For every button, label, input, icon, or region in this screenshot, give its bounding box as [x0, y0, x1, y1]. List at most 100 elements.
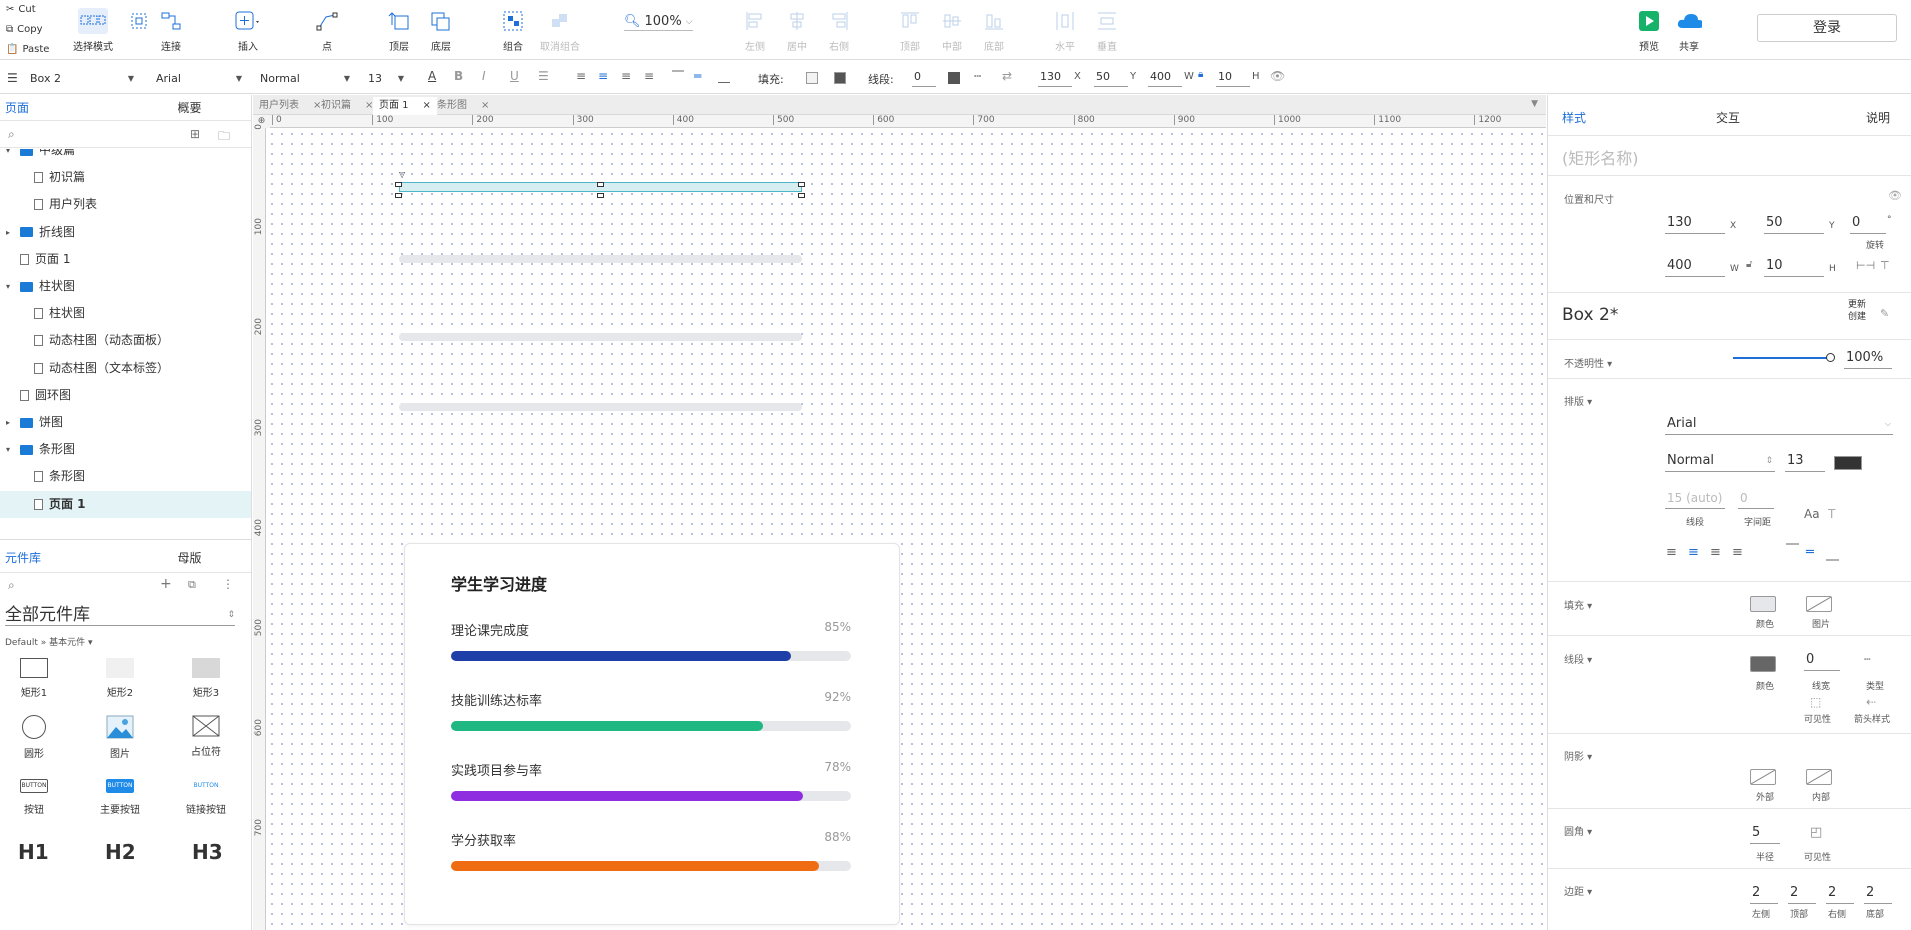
search-icon[interactable]: ⌕	[8, 578, 15, 593]
send-bottom-button[interactable]: 底层	[428, 8, 454, 53]
caret-down-icon[interactable]: ▾	[6, 273, 14, 300]
library-breadcrumb[interactable]: Default » 基本元件 ▾	[5, 635, 93, 648]
italic-icon[interactable]: I	[482, 69, 486, 83]
page-item[interactable]: 柱状图	[34, 300, 85, 327]
stroke-color-swatch[interactable]	[1750, 656, 1776, 672]
font-weight-select[interactable]: Normal ▼	[256, 68, 354, 88]
text-justify-icon[interactable]: ≡	[1732, 545, 1743, 560]
padding-bottom-field[interactable]: 2	[1864, 882, 1892, 904]
insert-button[interactable]: 插入	[235, 8, 261, 53]
lock-icon[interactable]: 🔒︎	[1198, 69, 1203, 80]
underline-icon[interactable]: U	[510, 69, 519, 83]
lib-rect2[interactable]: 矩形2	[100, 658, 140, 699]
page-folder[interactable]: ▾ 条形图	[6, 436, 75, 463]
style-name[interactable]: Box 2*	[1562, 305, 1618, 325]
valign-middle-icon[interactable]: ═	[1806, 545, 1814, 560]
placeholder-bar[interactable]	[399, 255, 802, 263]
padding-right-field[interactable]: 2	[1826, 882, 1854, 904]
font-color-icon[interactable]: A	[428, 69, 436, 83]
font-family-select[interactable]: Arial ▼	[152, 68, 246, 88]
text-align-center-icon[interactable]: ≡	[598, 69, 608, 83]
group-button[interactable]: 组合	[500, 8, 526, 53]
font-size-field[interactable]: 13	[1785, 450, 1825, 472]
copy-button[interactable]: ⧉ Copy	[0, 20, 62, 40]
text-justify-icon[interactable]: ≡	[644, 69, 654, 83]
align-bottom-button[interactable]: 底部	[981, 8, 1007, 53]
height-field[interactable]: 10	[1216, 67, 1250, 87]
select-mode-button[interactable]: 选择模式	[73, 8, 113, 53]
page-item[interactable]: 动态柱图（文本标签）	[34, 355, 169, 382]
lib-rect3[interactable]: 矩形3	[186, 658, 226, 699]
copy-library-icon[interactable]: ⧉	[188, 578, 196, 592]
line-width-field[interactable]: 0	[912, 67, 936, 87]
opacity-slider-thumb[interactable]	[1826, 353, 1835, 362]
pos-x-field[interactable]: 130	[1665, 212, 1725, 234]
add-folder-icon[interactable]: 🗀	[218, 127, 230, 148]
search-icon[interactable]: ⌕	[8, 127, 15, 142]
rotation-field[interactable]: 0	[1850, 212, 1886, 234]
letter-spacing-field[interactable]: 0	[1738, 487, 1774, 509]
resize-handle-left[interactable]	[395, 182, 402, 198]
eye-icon[interactable]: 👁︎	[1270, 69, 1285, 83]
page-item[interactable]: 用户列表	[34, 191, 97, 218]
page-tab[interactable]: 页面 1 ×	[373, 97, 437, 115]
valign-bottom-icon[interactable]: ⎽	[1826, 547, 1839, 562]
line-style-icon[interactable]: ┅	[974, 69, 981, 83]
lib-placeholder[interactable]: 占位符	[186, 715, 226, 758]
caret-right-icon[interactable]: ▸	[6, 219, 14, 246]
page-item[interactable]: 页面 1	[0, 490, 251, 518]
valign-middle-icon[interactable]: ═	[694, 69, 701, 83]
stroke-type-icon[interactable]: ┅	[1864, 653, 1871, 666]
padding-left-field[interactable]: 2	[1750, 882, 1778, 904]
tab-outline[interactable]: 概要	[128, 95, 251, 120]
font-weight-select[interactable]: Normal ⇕	[1665, 450, 1775, 472]
lib-image[interactable]: 图片	[100, 715, 140, 760]
caret-down-icon[interactable]: ▾	[6, 149, 14, 164]
lib-h1[interactable]: H1	[18, 840, 49, 864]
tabs-dropdown-icon[interactable]: ▼	[1531, 99, 1538, 109]
shape-name-input[interactable]: (矩形名称)	[1562, 145, 1639, 169]
stroke-visibility-icon[interactable]: ⬚	[1810, 695, 1821, 709]
page-folder[interactable]: ▾ 中级篇	[6, 149, 75, 164]
text-style-icon[interactable]: T	[1828, 507, 1835, 521]
caret-down-icon[interactable]: ▾	[6, 436, 14, 463]
page-folder[interactable]: ▸ 折线图	[6, 219, 75, 246]
lib-circle[interactable]: 圆形	[14, 715, 54, 760]
y-field[interactable]: 50	[1094, 67, 1128, 87]
align-right-button[interactable]: 右侧	[826, 8, 852, 53]
font-family-select[interactable]: Arial ⌵	[1665, 413, 1893, 435]
text-align-left-icon[interactable]: ≡	[576, 69, 586, 83]
rotate-handle-icon[interactable]: ▽	[399, 170, 405, 179]
outer-shadow-swatch[interactable]	[1750, 769, 1776, 785]
placeholder-bar[interactable]	[399, 403, 802, 411]
tab-style[interactable]: 样式	[1562, 109, 1586, 126]
corner-radius-field[interactable]: 5	[1750, 822, 1780, 844]
cut-button[interactable]: ✂ Cut	[0, 0, 62, 20]
share-button[interactable]: 共享	[1676, 8, 1702, 53]
align-left-button[interactable]: 左侧	[742, 8, 768, 53]
distribute-horizontal-button[interactable]: 水平	[1052, 8, 1078, 53]
fit-height-icon[interactable]: ⊤	[1880, 259, 1890, 272]
line-color-swatch[interactable]	[948, 72, 960, 84]
page-item[interactable]: 初识篇	[34, 164, 85, 191]
connect-button[interactable]: 连接	[158, 8, 184, 53]
tab-pages[interactable]: 页面	[0, 95, 128, 120]
login-button[interactable]: 登录	[1757, 14, 1897, 42]
distribute-vertical-button[interactable]: 垂直	[1094, 8, 1120, 53]
tab-notes[interactable]: 说明	[1866, 109, 1890, 126]
placeholder-bar[interactable]	[399, 333, 802, 341]
page-tab[interactable]: 条形图 ×	[431, 97, 495, 115]
point-button[interactable]: 点	[314, 8, 340, 53]
eye-icon[interactable]: 👁︎	[1888, 189, 1902, 202]
valign-bottom-icon[interactable]: ⎽	[718, 69, 730, 84]
valign-top-icon[interactable]: ⎺	[1786, 543, 1799, 558]
text-align-right-icon[interactable]: ≡	[621, 69, 631, 83]
corner-visibility-icon[interactable]: ◰	[1810, 825, 1822, 840]
size-h-field[interactable]: 10	[1764, 255, 1824, 277]
zoom-select[interactable]: 🔍︎ 100% ⌵	[624, 14, 693, 31]
fill-color-swatch[interactable]	[1750, 596, 1776, 612]
progress-card[interactable]: 学生学习进度 理论课完成度 85% 技能训练达标率 92% 实践项目参与率 78% 学分获取…	[404, 543, 900, 925]
lock-icon[interactable]: 🔓︎	[1746, 259, 1752, 270]
fill-image-swatch[interactable]	[1806, 596, 1832, 612]
width-field[interactable]: 400	[1148, 67, 1182, 87]
